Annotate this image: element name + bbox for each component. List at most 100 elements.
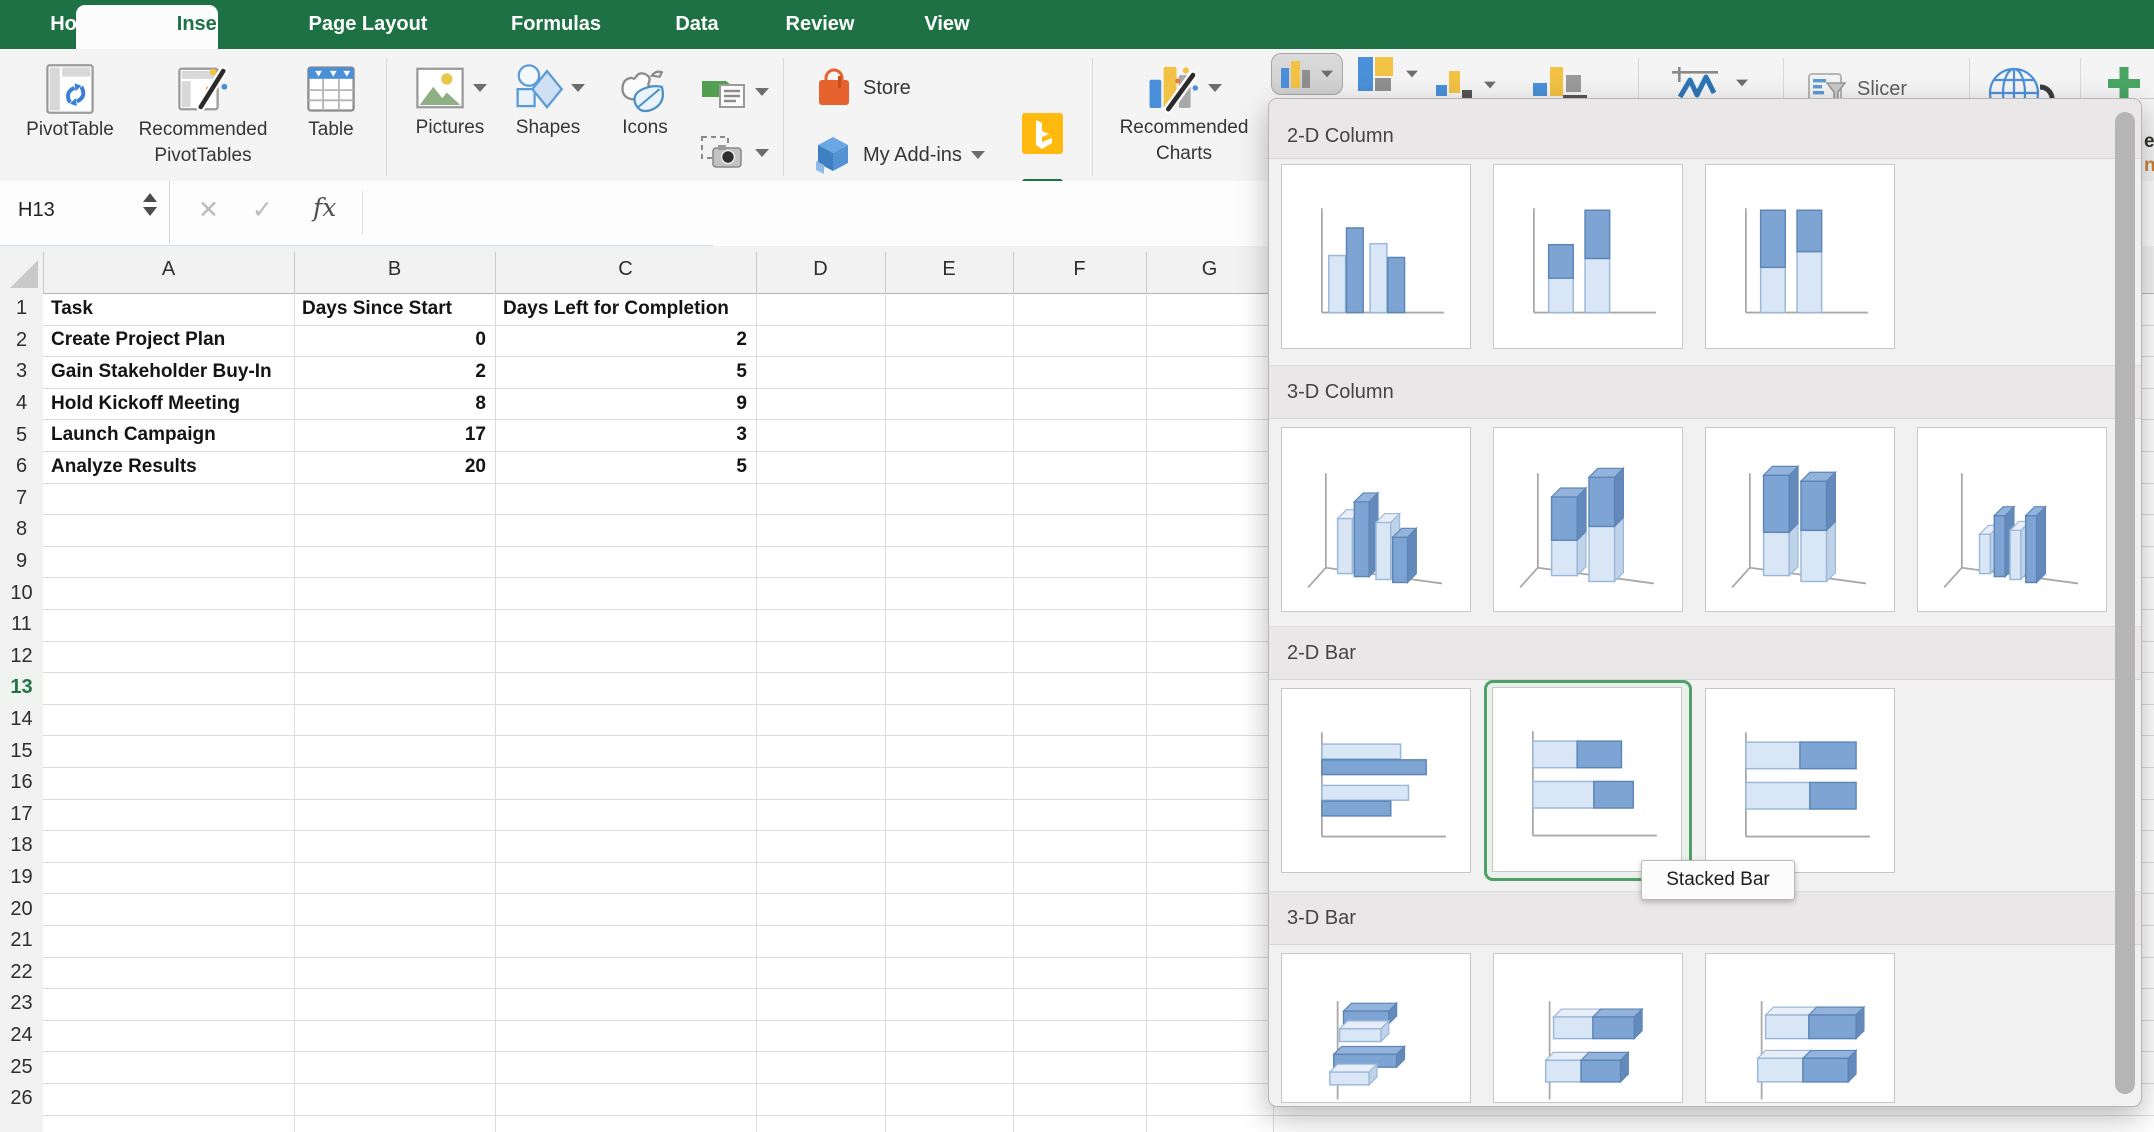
- row-header-9[interactable]: 9: [0, 545, 43, 578]
- cell-B4[interactable]: 8: [294, 388, 486, 420]
- shapes-dropdown-arrow[interactable]: [570, 84, 585, 92]
- chart-type-card[interactable]: [1705, 427, 1895, 612]
- smartart-dropdown-arrow[interactable]: [755, 88, 769, 96]
- insert-function-button[interactable]: fx: [313, 193, 336, 222]
- row-header-22[interactable]: 22: [0, 956, 43, 989]
- row-header-6[interactable]: 6: [0, 451, 43, 483]
- cell-C6[interactable]: 5: [495, 451, 747, 483]
- row-header-7[interactable]: 7: [0, 482, 43, 515]
- cell-header-C1[interactable]: Days Left for Completion: [503, 293, 729, 325]
- row-header-8[interactable]: 8: [0, 514, 43, 546]
- hierarchy-chart-dropdown-arrow[interactable]: [1406, 70, 1418, 78]
- insert-combo-chart-button[interactable]: [1533, 65, 1587, 99]
- cell-C2[interactable]: 2: [495, 325, 747, 357]
- cell-C5[interactable]: 3: [495, 419, 747, 451]
- column-header-B[interactable]: B: [388, 246, 401, 293]
- row-header-15[interactable]: 15: [0, 735, 43, 767]
- chart-type-card[interactable]: [1493, 427, 1683, 612]
- recommended-charts-dropdown-arrow[interactable]: [1208, 84, 1222, 92]
- insert-waterfall-chart-button[interactable]: [1436, 71, 1497, 99]
- insert-column-chart-button[interactable]: [1271, 53, 1343, 95]
- waterfall-chart-dropdown-arrow[interactable]: [1484, 81, 1496, 89]
- screenshot-button[interactable]: [700, 135, 769, 171]
- row-header-1[interactable]: 1: [0, 293, 43, 325]
- my-addins-button[interactable]: My Add-ins: [812, 133, 985, 177]
- cell-A4[interactable]: Hold Kickoff Meeting: [51, 388, 240, 420]
- row-header-17[interactable]: 17: [0, 798, 43, 831]
- row-header-20[interactable]: 20: [0, 893, 43, 925]
- row-header-23[interactable]: 23: [0, 988, 43, 1020]
- select-all-corner[interactable]: [10, 260, 38, 288]
- cancel-icon[interactable]: ✕: [198, 195, 219, 225]
- chart-type-card[interactable]: [1281, 427, 1471, 612]
- cell-B3[interactable]: 2: [294, 356, 486, 388]
- cell-header-A1[interactable]: Task: [51, 293, 93, 325]
- shapes-button[interactable]: Shapes: [508, 61, 588, 141]
- chart-type-card[interactable]: [1705, 164, 1895, 349]
- cell-A2[interactable]: Create Project Plan: [51, 325, 225, 357]
- tab-view[interactable]: View: [910, 0, 983, 49]
- insert-sparkline-button[interactable]: [1672, 67, 1749, 99]
- row-header-11[interactable]: 11: [0, 609, 43, 641]
- row-header-2[interactable]: 2: [0, 324, 43, 357]
- column-header-E[interactable]: E: [942, 246, 955, 293]
- screenshot-dropdown-arrow[interactable]: [755, 149, 769, 157]
- column-chart-dropdown-arrow[interactable]: [1321, 70, 1333, 78]
- row-header-10[interactable]: 10: [0, 577, 43, 609]
- row-header-25[interactable]: 25: [0, 1051, 43, 1083]
- store-button[interactable]: Store: [814, 67, 911, 109]
- column-header-G[interactable]: G: [1202, 246, 1218, 293]
- column-header-D[interactable]: D: [813, 246, 827, 293]
- cell-C4[interactable]: 9: [495, 388, 747, 420]
- row-header-4[interactable]: 4: [0, 387, 43, 420]
- cell-B2[interactable]: 0: [294, 325, 486, 357]
- stepper-up-icon[interactable]: [143, 193, 157, 202]
- pictures-button[interactable]: Pictures: [410, 61, 490, 141]
- tab-page-layout[interactable]: Page Layout: [295, 0, 442, 49]
- sparkline-dropdown-arrow[interactable]: [1736, 79, 1748, 87]
- cell-B5[interactable]: 17: [294, 419, 486, 451]
- chart-type-card[interactable]: [1705, 953, 1895, 1103]
- chart-type-card[interactable]: [1281, 164, 1471, 349]
- insert-hierarchy-chart-button[interactable]: [1358, 57, 1419, 91]
- cell-A5[interactable]: Launch Campaign: [51, 419, 216, 451]
- tab-review[interactable]: Review: [772, 0, 869, 49]
- chart-type-card[interactable]: [1917, 427, 2107, 612]
- row-header-27[interactable]: [0, 1114, 43, 1132]
- row-header-26[interactable]: 26: [0, 1083, 43, 1115]
- cell-A3[interactable]: Gain Stakeholder Buy-In: [51, 356, 272, 388]
- recommended-charts-button[interactable]: Recommended Charts: [1105, 61, 1263, 167]
- column-header-C[interactable]: C: [618, 246, 632, 293]
- pivottable-button[interactable]: PivotTable: [22, 61, 118, 143]
- chart-type-card[interactable]: [1492, 687, 1682, 872]
- chart-type-option-selected[interactable]: [1484, 680, 1692, 881]
- recommended-pivottables-button[interactable]: Recommended PivotTables: [118, 61, 288, 169]
- table-button[interactable]: Table: [300, 61, 362, 143]
- chart-type-card[interactable]: [1281, 953, 1471, 1103]
- row-header-21[interactable]: 21: [0, 925, 43, 957]
- enter-check-icon[interactable]: ✓: [252, 195, 273, 225]
- row-header-19[interactable]: 19: [0, 861, 43, 894]
- chart-type-card[interactable]: [1705, 688, 1895, 873]
- row-header-16[interactable]: 16: [0, 767, 43, 799]
- smartart-button[interactable]: [700, 75, 769, 109]
- stepper-down-icon[interactable]: [143, 207, 157, 216]
- row-header-24[interactable]: 24: [0, 1019, 43, 1052]
- pictures-dropdown-arrow[interactable]: [472, 84, 487, 92]
- menu-scrollbar-thumb[interactable]: [2115, 112, 2135, 1094]
- tab-insert[interactable]: Insert: [163, 0, 245, 49]
- cell-A6[interactable]: Analyze Results: [51, 451, 197, 483]
- bing-maps-button[interactable]: [1022, 113, 1063, 159]
- my-addins-dropdown-arrow[interactable]: [970, 151, 985, 159]
- chart-type-card[interactable]: [1281, 688, 1471, 873]
- row-header-14[interactable]: 14: [0, 703, 43, 736]
- cell-header-B1[interactable]: Days Since Start: [302, 293, 452, 325]
- name-box-stepper[interactable]: [143, 193, 157, 216]
- chart-type-card[interactable]: [1493, 953, 1683, 1103]
- row-header-3[interactable]: 3: [0, 356, 43, 388]
- name-box[interactable]: H13: [18, 199, 55, 222]
- cell-C3[interactable]: 5: [495, 356, 747, 388]
- row-header-18[interactable]: 18: [0, 830, 43, 862]
- row-header-5[interactable]: 5: [0, 419, 43, 451]
- tab-data[interactable]: Data: [661, 0, 732, 49]
